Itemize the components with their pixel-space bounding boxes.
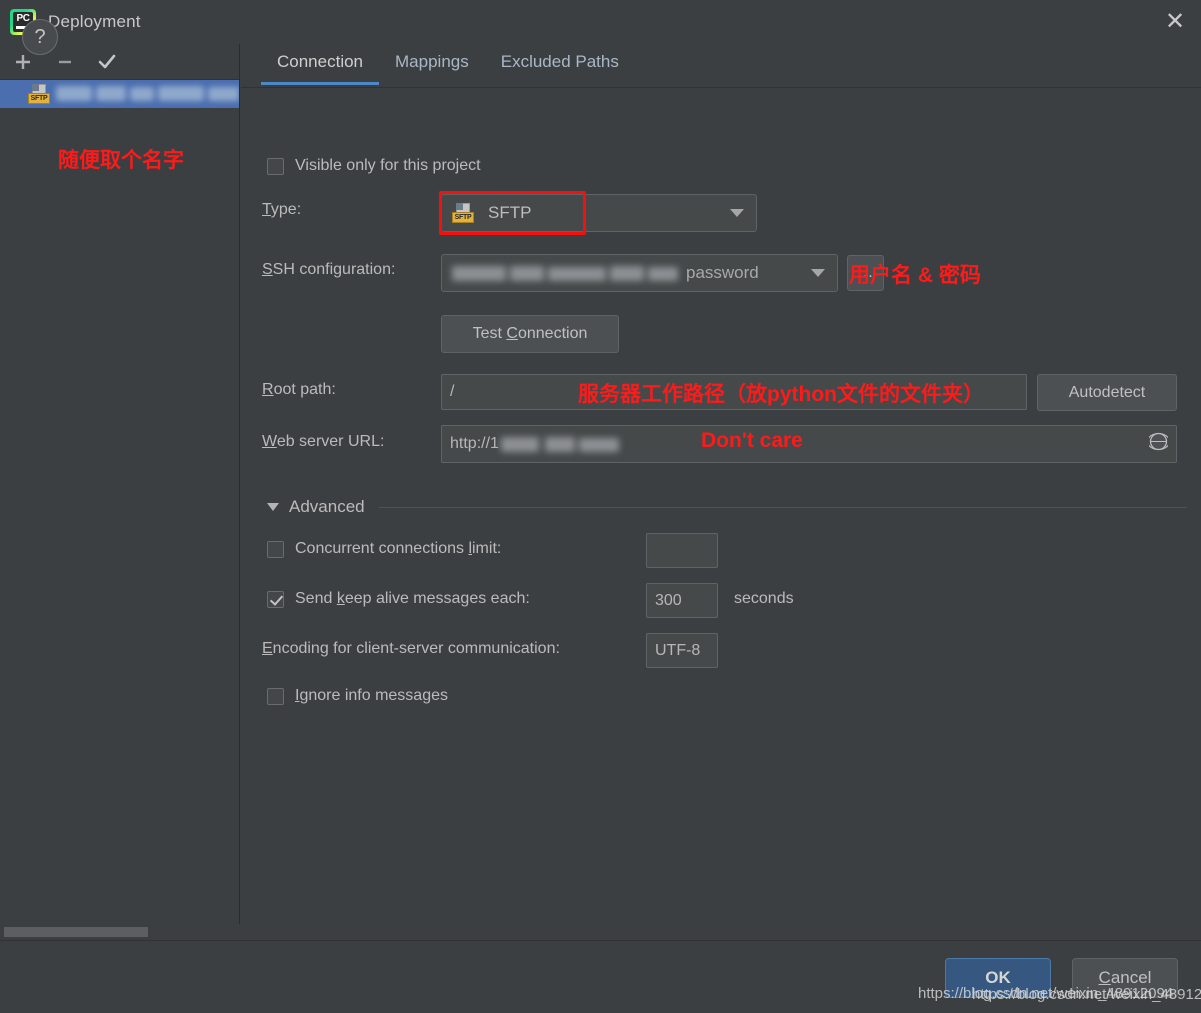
keep-alive-input[interactable]: 300 — [646, 583, 718, 618]
check-icon[interactable] — [96, 51, 118, 73]
autodetect-button[interactable]: Autodetect — [1037, 374, 1177, 411]
ssh-config-value-redacted — [452, 265, 682, 282]
web-server-url-redacted — [500, 436, 621, 453]
window-title: Deployment — [48, 12, 141, 31]
ok-button[interactable]: OK — [945, 958, 1051, 998]
connection-panel: Connection Mappings Excluded Paths Visib… — [241, 44, 1201, 940]
encoding-value: UTF-8 — [655, 641, 701, 659]
keep-alive-unit-label: seconds — [734, 590, 794, 607]
concurrent-limit-label: Concurrent connections limit: — [295, 540, 502, 557]
sftp-badge-label: SFTP — [28, 93, 50, 104]
root-path-value: / — [450, 383, 455, 400]
type-dropdown[interactable]: SFTP SFTP — [441, 194, 757, 232]
sftp-file-icon: SFTP — [452, 203, 474, 223]
type-label-wrap: Type: — [262, 201, 301, 219]
ignore-info-checkbox[interactable] — [267, 687, 284, 705]
type-value: SFTP — [488, 203, 532, 222]
tab-mappings[interactable]: Mappings — [379, 44, 485, 84]
help-button[interactable]: ? — [22, 19, 58, 55]
keep-alive-label: Send keep alive messages each: — [295, 590, 530, 607]
advanced-section-header[interactable]: Advanced — [267, 497, 1187, 517]
sftp-badge-label: SFTP — [452, 212, 474, 223]
ssh-config-browse-button[interactable]: ... — [847, 255, 884, 291]
encoding-input[interactable]: UTF-8 — [646, 633, 718, 668]
ignore-info-label: Ignore info messages — [295, 687, 448, 704]
chevron-down-icon[interactable] — [730, 209, 744, 217]
sidebar-annotation: 随便取个名字 — [58, 149, 184, 172]
deployment-dialog: PC Deployment ✕ SFTP 随便取个名字 Connection M… — [0, 0, 1201, 1013]
concurrent-limit-checkbox[interactable] — [267, 540, 284, 558]
visible-only-label: Visible only for this project — [295, 157, 481, 174]
visible-only-checkbox[interactable] — [267, 157, 284, 175]
chevron-down-icon[interactable] — [267, 503, 279, 511]
sftp-file-icon: SFTP — [28, 84, 50, 104]
chevron-down-icon[interactable] — [811, 269, 825, 277]
type-label: Type: — [262, 201, 302, 218]
web-server-url-label: Web server URL: — [262, 433, 385, 450]
title-bar: PC Deployment ✕ — [0, 0, 1201, 44]
keep-alive-checkbox[interactable] — [267, 590, 284, 608]
tab-bar: Connection Mappings Excluded Paths — [241, 44, 1201, 88]
ssh-config-label-wrap: SSH configuration: — [262, 261, 395, 279]
root-path-label-wrap: Root path: — [262, 381, 336, 399]
web-server-url-value: http://1 — [450, 435, 499, 452]
close-icon[interactable]: ✕ — [1149, 0, 1201, 44]
ignore-info-row[interactable]: Ignore info messages — [267, 687, 448, 705]
root-path-label: Root path: — [262, 381, 336, 398]
ssh-config-value-suffix: password — [686, 263, 759, 282]
tab-excluded-paths[interactable]: Excluded Paths — [485, 44, 635, 84]
globe-icon[interactable] — [1147, 432, 1170, 456]
list-item[interactable]: SFTP — [0, 80, 239, 108]
advanced-label: Advanced — [289, 497, 365, 516]
web-server-url-input[interactable]: http://1 — [441, 425, 1177, 463]
encoding-label: Encoding for client-server communication… — [262, 640, 560, 657]
section-divider — [378, 506, 1187, 508]
keep-alive-row[interactable]: Send keep alive messages each: — [267, 590, 530, 608]
cancel-button[interactable]: Cancel — [1072, 958, 1178, 998]
scrollbar-thumb[interactable] — [4, 927, 148, 937]
root-path-input[interactable]: / — [441, 374, 1027, 410]
tab-connection[interactable]: Connection — [261, 44, 380, 85]
server-list-sidebar: SFTP 随便取个名字 — [0, 44, 240, 940]
concurrent-limit-input[interactable] — [646, 533, 718, 568]
server-name-redacted — [56, 84, 239, 104]
keep-alive-value: 300 — [655, 591, 682, 609]
ssh-config-dropdown[interactable]: password — [441, 254, 838, 292]
concurrent-limit-row[interactable]: Concurrent connections limit: — [267, 540, 501, 558]
minus-icon[interactable] — [54, 51, 76, 73]
visible-only-row[interactable]: Visible only for this project — [267, 157, 481, 175]
web-server-url-label-wrap: Web server URL: — [262, 433, 384, 451]
ssh-config-label: SSH configuration: — [262, 261, 396, 278]
horizontal-scrollbar[interactable] — [0, 924, 240, 940]
test-connection-button[interactable]: Test Connection — [441, 315, 619, 353]
plus-icon[interactable] — [12, 51, 34, 73]
